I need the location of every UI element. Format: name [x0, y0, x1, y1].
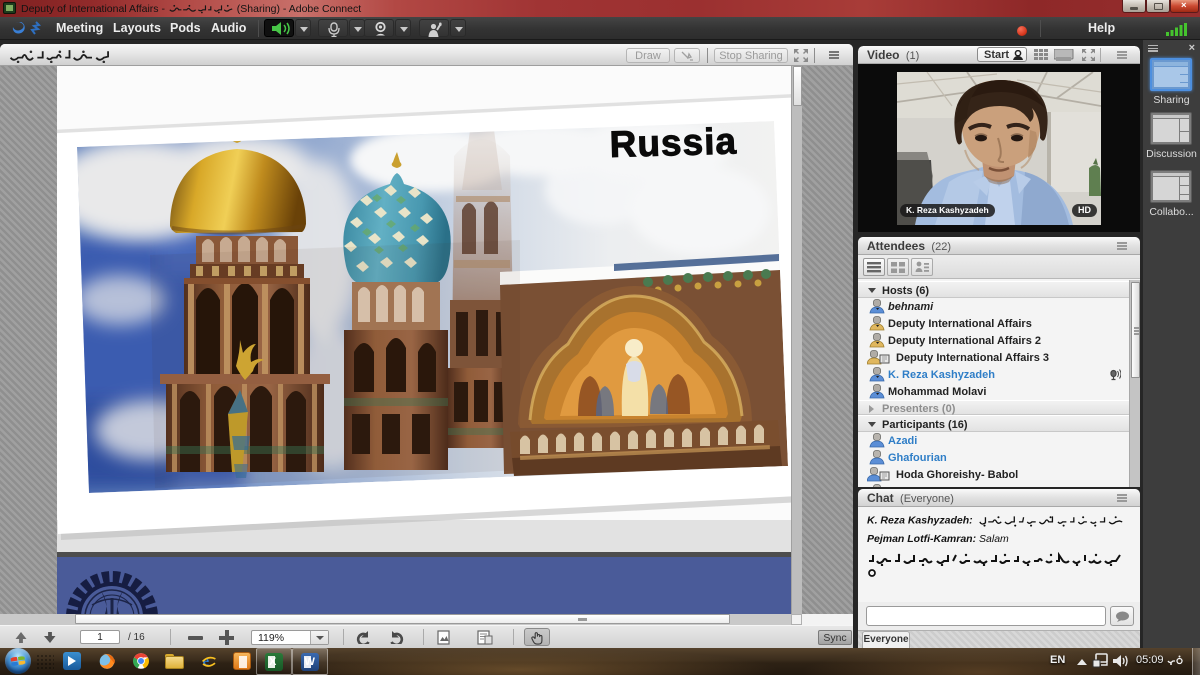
svg-text:e: e: [203, 654, 210, 670]
svg-text:Russia: Russia: [609, 120, 737, 165]
